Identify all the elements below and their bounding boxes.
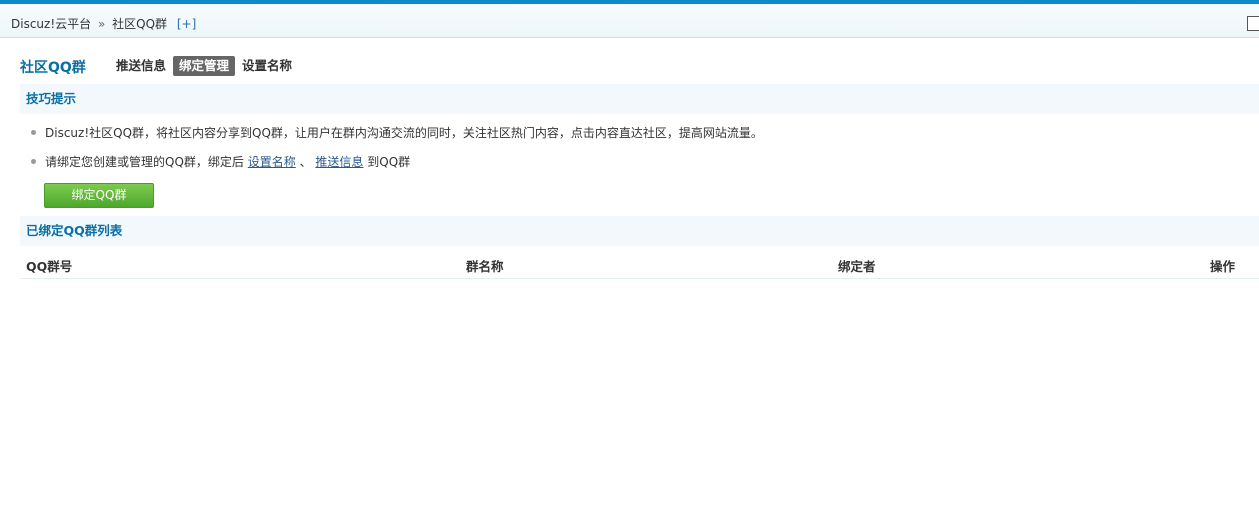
tip-text-2-prefix: 请绑定您创建或管理的QQ群，绑定后: [45, 155, 244, 169]
toggle-checkbox[interactable]: [1247, 16, 1259, 31]
push-info-link[interactable]: 推送信息: [315, 155, 363, 169]
breadcrumb-separator: »: [97, 17, 106, 31]
breadcrumb-root[interactable]: Discuz!云平台: [11, 17, 91, 31]
column-header-binder: 绑定者: [838, 259, 876, 274]
tip-item: Discuz!社区QQ群，将社区内容分享到QQ群，让用户在群内沟通交流的同时，关…: [31, 124, 763, 141]
tab-push-info[interactable]: 推送信息: [110, 56, 172, 76]
page-title: 社区QQ群: [20, 60, 86, 76]
bound-list-heading: 已绑定QQ群列表: [20, 216, 1259, 246]
breadcrumb: Discuz!云平台 » 社区QQ群 [+]: [11, 15, 196, 32]
tab-set-name[interactable]: 设置名称: [236, 56, 298, 76]
set-name-link[interactable]: 设置名称: [248, 155, 296, 169]
column-header-group-name: 群名称: [466, 259, 504, 274]
column-header-qq-number: QQ群号: [26, 259, 73, 274]
add-shortcut-button[interactable]: [+]: [177, 17, 196, 31]
column-header-actions: 操作: [1210, 259, 1236, 274]
tip-text-1: Discuz!社区QQ群，将社区内容分享到QQ群，让用户在群内沟通交流的同时，关…: [45, 126, 763, 140]
tips-heading: 技巧提示: [20, 84, 1259, 114]
bind-qq-group-button[interactable]: 绑定QQ群: [44, 183, 154, 208]
tip-item: 请绑定您创建或管理的QQ群，绑定后 设置名称 、 推送信息 到QQ群: [31, 153, 410, 170]
breadcrumb-bar: Discuz!云平台 » 社区QQ群 [+]: [0, 4, 1259, 38]
tip-text-2-suffix: 到QQ群: [367, 155, 411, 169]
bound-list-table-header: QQ群号 群名称 绑定者 操作: [20, 248, 1259, 279]
breadcrumb-current: 社区QQ群: [112, 17, 168, 31]
bullet-icon: [31, 130, 36, 135]
tab-bind-manage[interactable]: 绑定管理: [173, 56, 236, 76]
bullet-icon: [31, 159, 36, 164]
tip-separator: 、: [299, 155, 312, 169]
tab-bar: 推送信息 绑定管理 设置名称: [110, 56, 299, 76]
